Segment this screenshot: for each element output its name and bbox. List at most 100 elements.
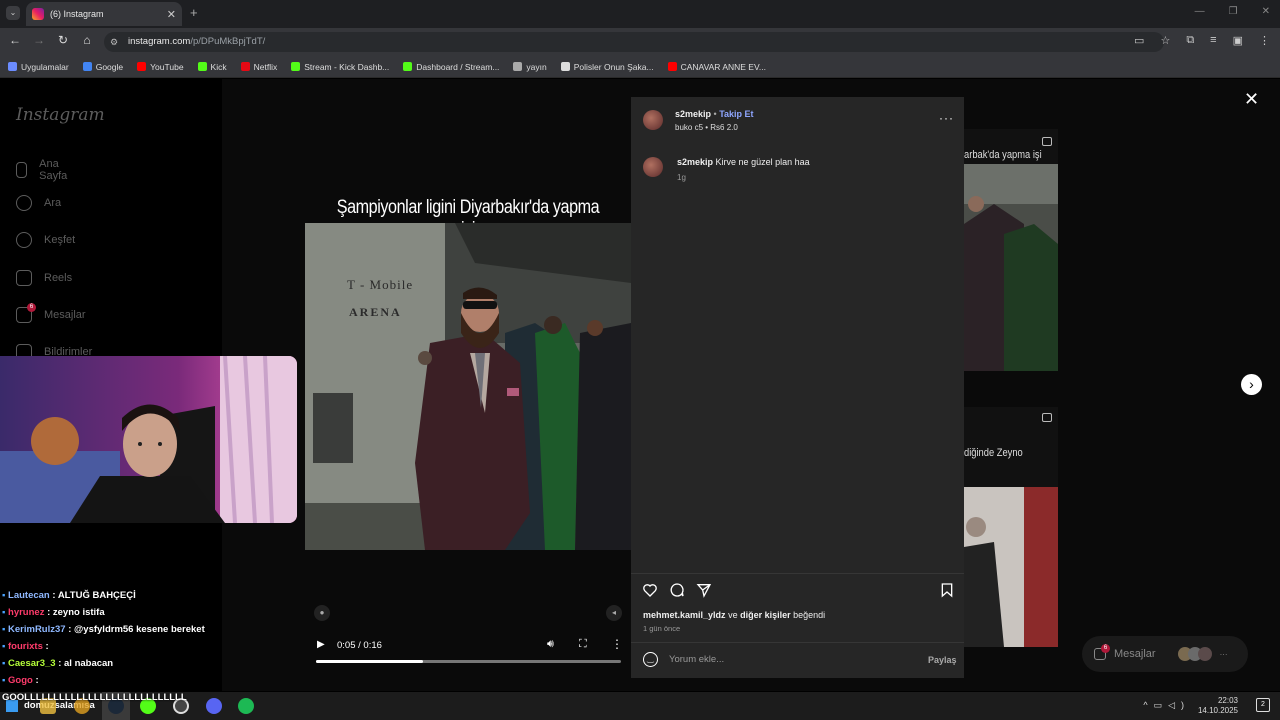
comment-icon[interactable] <box>669 582 685 598</box>
notification-center-icon[interactable]: 2 <box>1256 698 1270 712</box>
save-bookmark-icon[interactable] <box>939 582 955 598</box>
home-icon[interactable]: ⌂ <box>78 33 96 47</box>
sidebar-item-4[interactable]: 6 Mesajlar <box>16 303 86 323</box>
post-options-icon[interactable]: ··· <box>939 111 954 125</box>
chat-username: Caesar3_3 <box>8 658 56 669</box>
url-path: /p/DPuMkBpjTdT/ <box>190 36 266 47</box>
sidebar-item-2[interactable]: Keşfet <box>16 232 75 248</box>
back-icon[interactable]: ← <box>6 33 24 47</box>
forward-icon[interactable]: → <box>30 33 48 47</box>
likes-user[interactable]: mehmet.kamil_yldz <box>643 610 726 620</box>
share-icon[interactable] <box>696 582 712 598</box>
address-bar-row: ← → ↻ ⌂ instagram.com/p/DPuMkBpjTdT/ ⚙ ▭… <box>0 28 1280 56</box>
bookmark-label: yayın <box>526 61 547 72</box>
post-video[interactable]: T - Mobile ARENA <box>305 223 631 550</box>
sidebar-item-0[interactable]: Ana Sayfa <box>16 158 72 182</box>
clock-date[interactable]: 14.10.2025 <box>1198 706 1238 716</box>
feed-thumb-2[interactable]: diğinde Zeyno <box>964 407 1058 647</box>
chat-text: : <box>35 675 39 686</box>
chat-message: ▪ Gogo : <box>2 672 302 689</box>
likes-connector: ve <box>728 610 738 620</box>
progress-track[interactable] <box>316 660 621 663</box>
bookmark-item[interactable]: yayın <box>513 61 547 72</box>
volume-icon[interactable]: 🔊︎ <box>547 638 554 651</box>
bookmark-item[interactable]: Google <box>82 61 124 72</box>
reload-icon[interactable]: ↻ <box>54 33 72 47</box>
bookmark-item[interactable]: Netflix <box>240 62 277 72</box>
divider <box>631 573 964 574</box>
follow-button[interactable]: Takip Et <box>719 109 753 119</box>
bookmark-item[interactable]: Stream - Kick Dashb... <box>291 62 389 72</box>
chat-username: Gogo <box>8 675 33 686</box>
play-icon[interactable]: ▶ <box>317 639 325 650</box>
bookmark-icon <box>513 62 523 71</box>
extensions-icon[interactable]: ⧉ <box>1186 34 1194 47</box>
bookmark-label: CANAVAR ANNE EV... <box>680 61 766 72</box>
fullscreen-icon[interactable]: ⛶ <box>579 638 587 651</box>
url-field[interactable]: instagram.com/p/DPuMkBpjTdT/ <box>104 32 1164 52</box>
reel-icon <box>1042 137 1052 146</box>
audio-info[interactable]: buko c5 • Rs6 2.0 <box>675 123 738 132</box>
bookmarks-bar: Uygulamalar Google YouTube Kick Netflix Strea… <box>0 56 1280 78</box>
sidebar-item-label: Ana Sayfa <box>39 158 68 182</box>
sidebar-item-label: Ara <box>44 197 62 209</box>
close-tab-icon[interactable]: ✕ <box>167 8 176 21</box>
bookmark-item[interactable]: CANAVAR ANNE EV... <box>667 61 766 72</box>
messages-badge: 6 <box>27 303 36 312</box>
author-avatar[interactable] <box>643 110 663 130</box>
comment-username[interactable]: s2mekip <box>677 157 713 167</box>
url-host: instagram.com <box>128 36 191 47</box>
sidebar-item-label: Reels <box>44 272 73 284</box>
author-username[interactable]: s2mekip <box>675 109 711 119</box>
post-age: 1 gün önce <box>643 624 681 633</box>
profile-avatar-icon[interactable]: ▣ <box>1233 34 1243 47</box>
close-window-icon[interactable]: ✕ <box>1262 6 1270 17</box>
like-heart-icon[interactable] <box>642 582 658 598</box>
bookmark-item[interactable]: Polisler Onun Şaka... <box>560 62 654 72</box>
close-modal-icon[interactable]: ✕ <box>1244 89 1259 110</box>
bookmark-label: Google <box>95 61 124 72</box>
bookmark-item[interactable]: Kick <box>197 62 227 72</box>
more-icon: ··· <box>1219 649 1228 659</box>
next-post-icon[interactable]: › <box>1241 374 1262 395</box>
search-icon <box>16 195 32 211</box>
bookmark-item[interactable]: YouTube <box>137 62 184 72</box>
video-options-icon[interactable]: ⋮ <box>611 637 623 651</box>
bookmark-icon <box>403 62 413 71</box>
site-info-icon[interactable]: ⚙ <box>110 37 118 48</box>
comment-input[interactable]: Yorum ekle... <box>669 654 724 665</box>
feed-thumb-1[interactable]: arbak'da yapma işi <box>964 129 1058 371</box>
tagged-users-icon[interactable]: ● <box>314 605 330 621</box>
browser-tab-instagram[interactable]: (6) Instagram ✕ <box>26 2 182 26</box>
bookmark-star-icon[interactable]: ☆ <box>1160 34 1170 47</box>
tab-search-button[interactable]: ⌄ <box>6 6 20 20</box>
restore-icon[interactable]: ❐ <box>1229 6 1238 17</box>
webcam-overlay <box>0 356 297 523</box>
sidebar-item-3[interactable]: Reels <box>16 270 72 286</box>
mute-icon[interactable]: ◂ <box>606 605 622 621</box>
new-tab-button[interactable]: + <box>190 5 198 20</box>
bookmark-icon <box>8 62 17 71</box>
messages-pill[interactable]: 6 Mesajlar ··· <box>1082 636 1248 672</box>
system-tray-icons[interactable]: ^▭◁) <box>1143 700 1190 711</box>
emoji-icon[interactable]: ‿ <box>643 652 658 667</box>
home-icon <box>16 162 28 178</box>
instagram-logo[interactable]: Instagram <box>16 105 105 125</box>
progress-fill <box>316 660 423 663</box>
messages-icon: 6 <box>16 303 36 323</box>
bookmark-label: Uygulamalar <box>21 61 69 72</box>
sidebar-item-1[interactable]: Ara <box>16 195 61 211</box>
bookmark-item[interactable]: Uygulamalar <box>8 62 69 72</box>
messages-label: Mesajlar <box>1114 648 1156 660</box>
cast-icon[interactable]: ▭ <box>1134 34 1144 47</box>
clock-time[interactable]: 22:03 <box>1198 696 1238 706</box>
likes-others[interactable]: diğer kişiler <box>740 610 791 620</box>
comment-line: s2mekip Kirve ne güzel plan haa <box>677 157 810 167</box>
chat-username: KerimRulz37 <box>8 624 66 635</box>
share-comment-button[interactable]: Paylaş <box>928 655 957 665</box>
bookmark-item[interactable]: Dashboard / Stream... <box>403 62 499 72</box>
browser-menu-icon[interactable]: ⋮ <box>1259 34 1270 47</box>
comment-avatar[interactable] <box>643 157 663 177</box>
media-control-icon[interactable]: ≡ <box>1210 34 1216 47</box>
minimize-icon[interactable]: — <box>1195 6 1205 17</box>
